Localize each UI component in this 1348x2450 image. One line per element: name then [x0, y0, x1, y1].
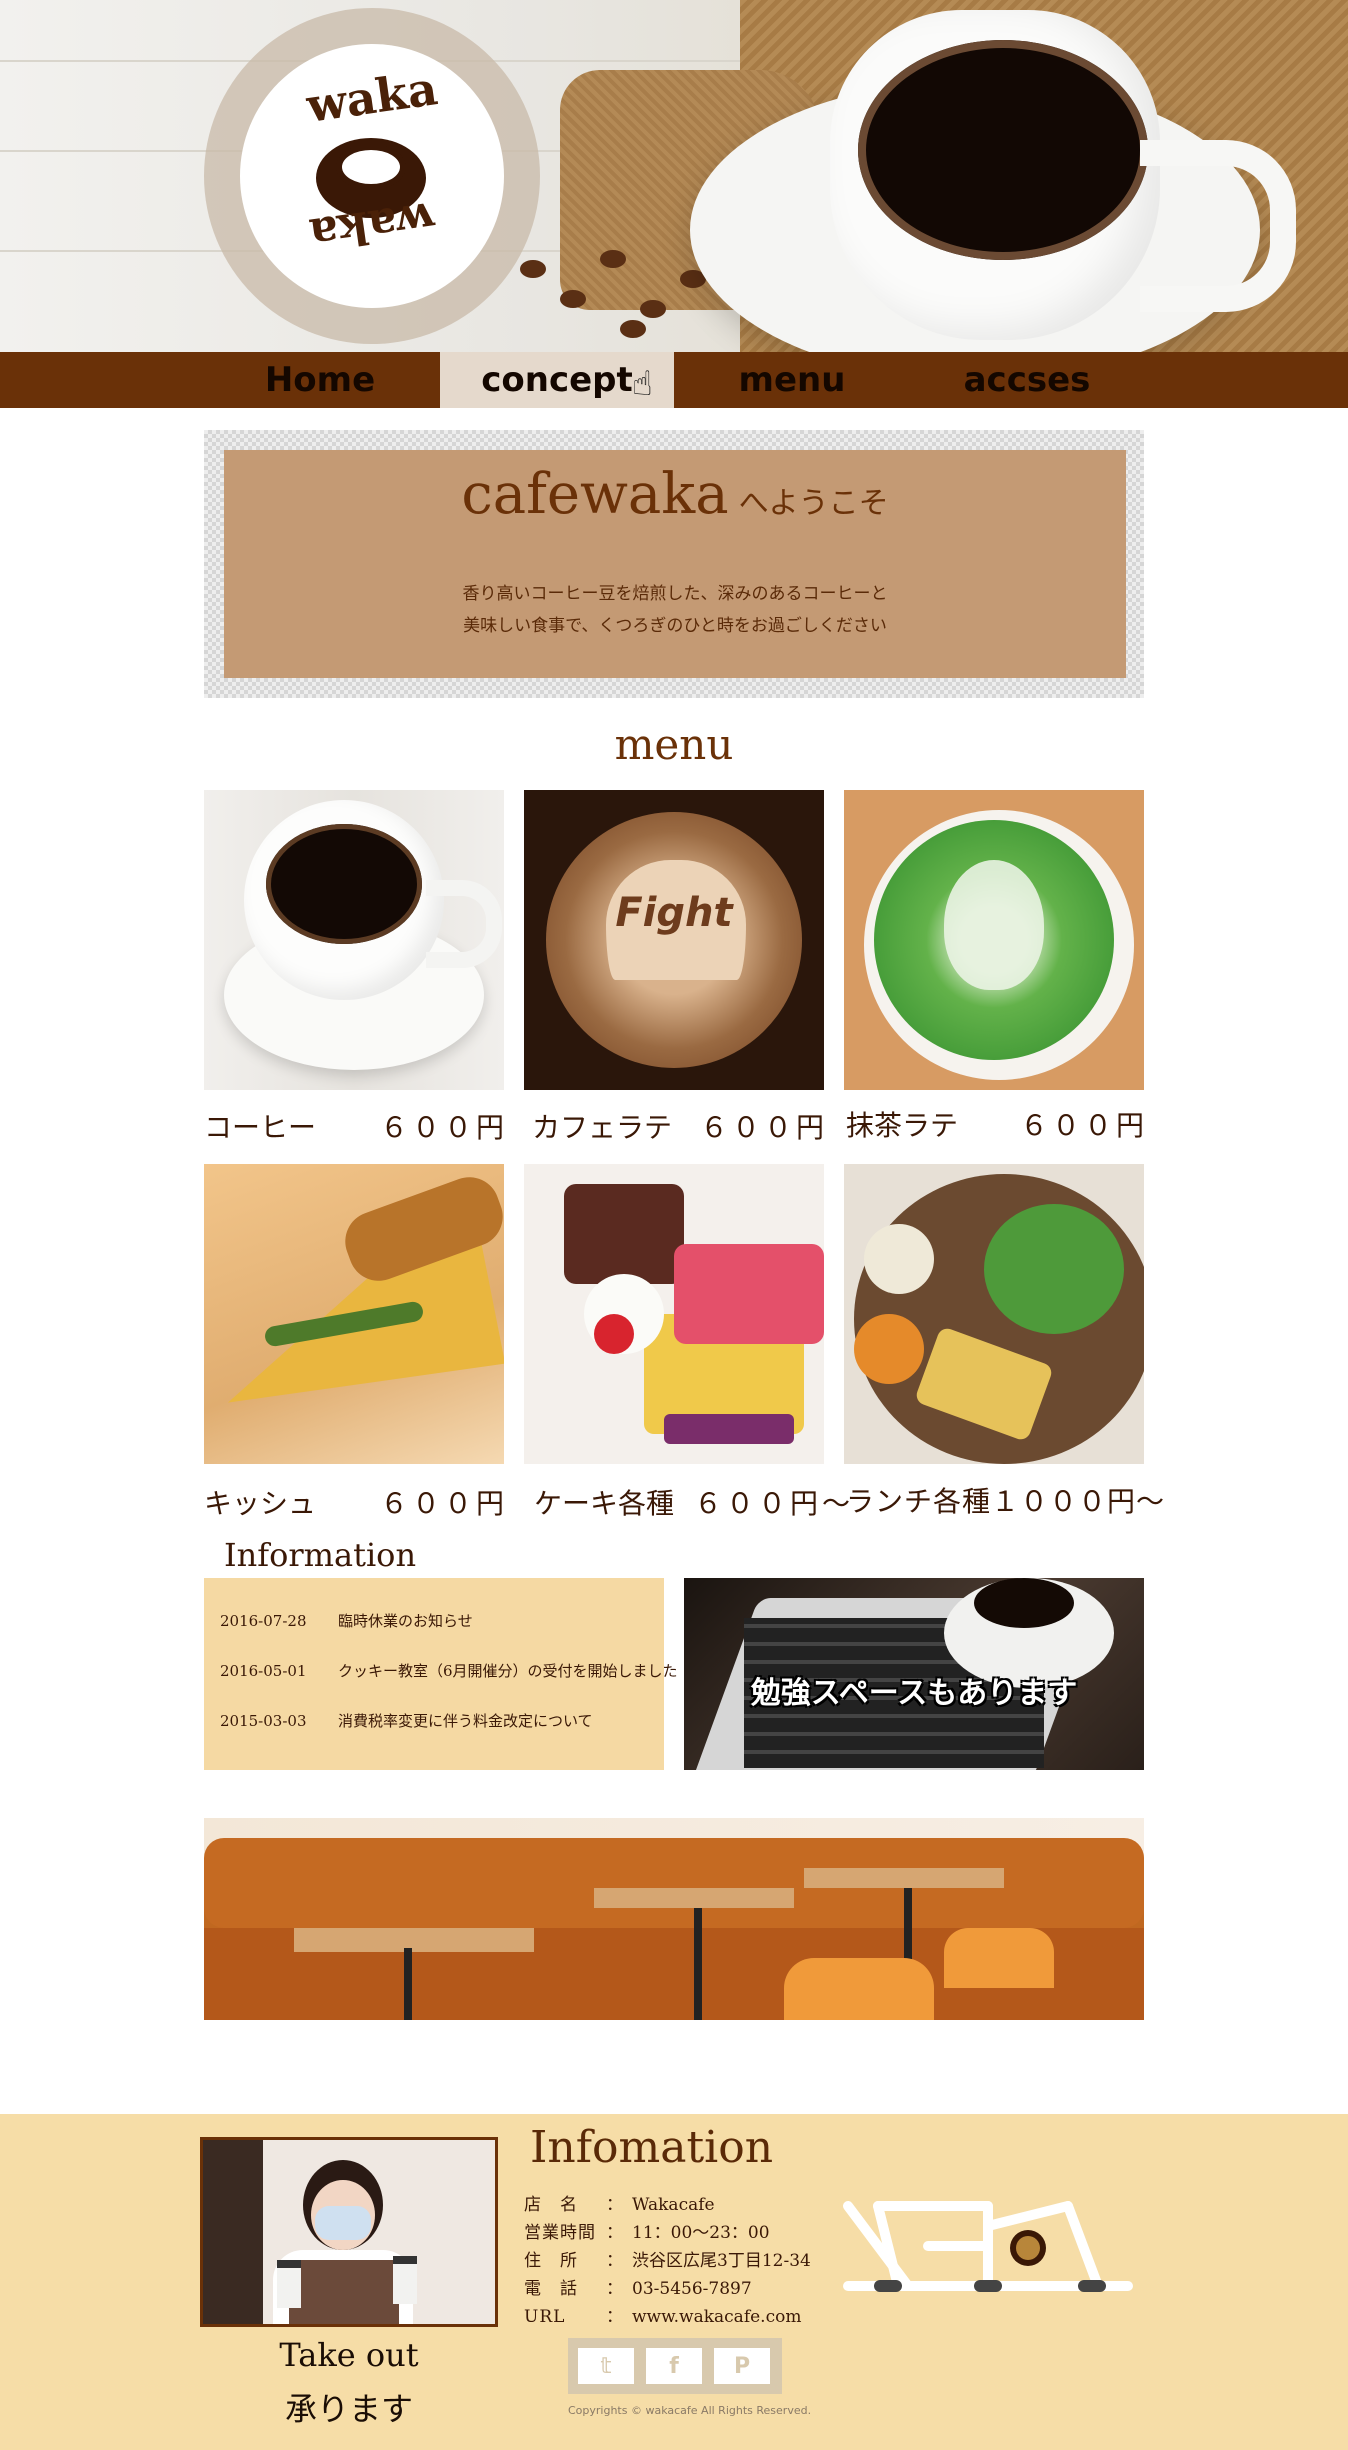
news-box: 2016-07-28 臨時休業のお知らせ 2016-05-01 クッキー教室（6月開… — [204, 1578, 678, 1770]
nav-menu[interactable]: menu — [674, 352, 910, 408]
welcome-title-sub: へようこそ — [738, 486, 889, 521]
welcome-title: cafewaka へようこそ — [224, 462, 1126, 527]
takeout-line-2: 承ります — [284, 2390, 413, 2428]
menu-item-price: ６００円〜 — [694, 1487, 855, 1520]
menu-item-name: キッシュ — [204, 1487, 317, 1520]
shop-info-key: 店 名 — [524, 2195, 578, 2215]
takeout-staff-image — [200, 2137, 498, 2327]
shop-info-value[interactable]: www.wakacafe.com — [632, 2307, 801, 2327]
coffee-image[interactable] — [204, 790, 504, 1090]
shop-info-key: 住 所 — [524, 2251, 578, 2271]
menu-item-name: 抹茶ラテ — [846, 1109, 959, 1142]
access-map[interactable] — [838, 2186, 1138, 2316]
shop-info-row: URL： www.wakacafe.com — [524, 2307, 802, 2327]
shop-info-key: 電 話 — [524, 2279, 578, 2299]
menu-item-price: ６００円 — [380, 1111, 509, 1144]
welcome-line-2: 美味しい食事で、くつろぎのひと時をお過ごしください — [463, 616, 887, 636]
lunch-image[interactable] — [844, 1164, 1144, 1464]
shop-info-key: URL — [524, 2307, 566, 2327]
shop-info-value: 11：00〜23：00 — [632, 2223, 770, 2243]
pinterest-icon[interactable]: P — [712, 2346, 772, 2386]
copyright: Copyrights © wakacafe All Rights Reserve… — [568, 2404, 812, 2417]
shop-info-row: 電 話： 03-5456-7897 — [524, 2274, 752, 2299]
welcome-title-main: cafewaka — [461, 462, 729, 527]
news-date: 2016-07-28 — [220, 1612, 307, 1630]
news-date: 2015-03-03 — [220, 1712, 307, 1730]
footer-title: Infomation — [530, 2122, 774, 2173]
study-space-banner[interactable]: 勉強スペースもあります — [684, 1578, 1144, 1770]
latte-art-text: Fight — [615, 890, 733, 936]
hero-banner — [0, 0, 1348, 352]
welcome-line-1: 香り高いコーヒー豆を焙煎した、深みのあるコーヒーと — [462, 584, 888, 604]
twitter-icon[interactable]: 𝕥 — [576, 2346, 636, 2386]
main-nav: Home concept menu accses — [0, 352, 1348, 408]
takeout-line-1: Take out — [279, 2336, 419, 2374]
shop-info-row: 住 所：渋谷区広尾3丁目12-34 — [524, 2246, 811, 2271]
welcome-text: 香り高いコーヒー豆を焙煎した、深みのあるコーヒーと 美味しい食事で、くつろぎのひ… — [224, 578, 1126, 642]
cafe-interior-image — [204, 1818, 1144, 2020]
facebook-icon[interactable]: f — [644, 2346, 704, 2386]
shop-info-value: Wakacafe — [632, 2195, 715, 2215]
menu-item-name: ケーキ各種 — [534, 1487, 675, 1520]
study-space-text: 勉強スペースもあります — [750, 1676, 1078, 1711]
news-date: 2016-05-01 — [220, 1662, 307, 1680]
hand-cursor-icon: ☝ — [632, 364, 653, 404]
news-item[interactable]: 2016-05-01 クッキー教室（6月開催分）の受付を開始しました — [220, 1660, 678, 1681]
menu-item-name: コーヒー — [204, 1111, 317, 1144]
cafe-latte-image[interactable]: Fight — [524, 790, 824, 1090]
information-heading: Information — [224, 1536, 417, 1574]
shop-info-row: 営業時間： 11：00〜23：00 — [524, 2218, 770, 2243]
nav-home[interactable]: Home — [204, 352, 436, 408]
shop-info-key: 営業時間 — [524, 2223, 596, 2243]
cake-image[interactable] — [524, 1164, 824, 1464]
matcha-latte-image[interactable] — [844, 790, 1144, 1090]
menu-heading: menu — [614, 720, 734, 769]
shop-info-row: 店 名： Wakacafe — [524, 2190, 715, 2215]
shop-info-value: 渋谷区広尾3丁目12-34 — [632, 2251, 811, 2271]
news-title: クッキー教室（6月開催分）の受付を開始しました — [338, 1662, 678, 1680]
nav-access[interactable]: accses — [910, 352, 1144, 408]
shop-info-value: 03-5456-7897 — [632, 2279, 752, 2299]
news-item[interactable]: 2015-03-03 消費税率変更に伴う料金改定について — [220, 1710, 593, 1731]
news-title: 臨時休業のお知らせ — [338, 1612, 473, 1630]
menu-item-price: ６００円 — [1020, 1109, 1149, 1142]
news-item[interactable]: 2016-07-28 臨時休業のお知らせ — [220, 1610, 473, 1631]
news-title: 消費税率変更に伴う料金改定について — [338, 1712, 593, 1730]
menu-item-price: ６００円 — [700, 1111, 829, 1144]
menu-item-name: カフェラテ — [532, 1111, 673, 1144]
quiche-image[interactable] — [204, 1164, 504, 1464]
menu-item-price: ６００円 — [380, 1487, 509, 1520]
menu-item-name: ランチ各種１０００円〜 — [846, 1485, 1166, 1518]
